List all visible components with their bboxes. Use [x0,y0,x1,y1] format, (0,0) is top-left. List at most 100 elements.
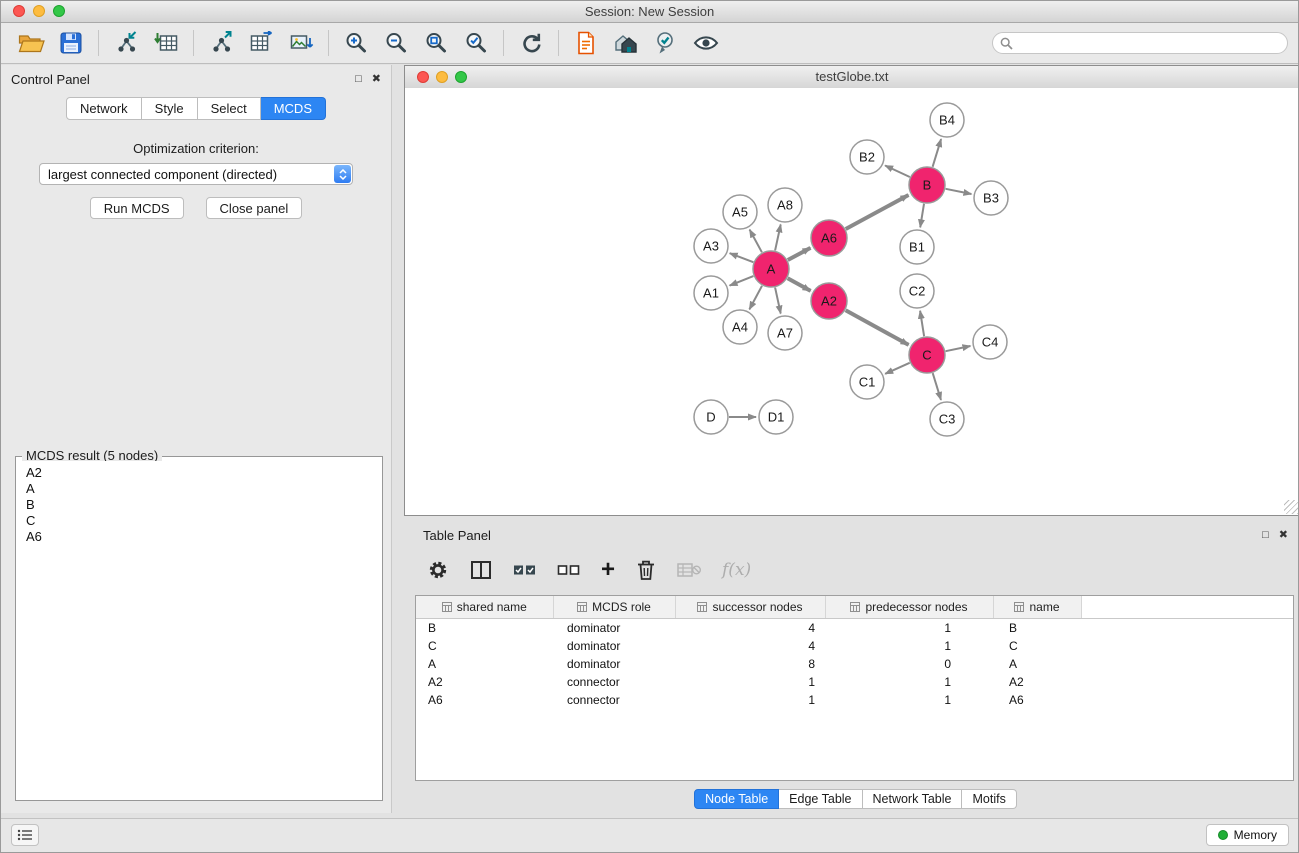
mcds-result-item[interactable]: A6 [26,529,372,545]
graph-node-A4[interactable]: A4 [723,310,757,344]
graph-node-C4[interactable]: C4 [973,325,1007,359]
memory-button[interactable]: Memory [1206,824,1289,846]
network-window-titlebar[interactable]: testGlobe.txt [405,66,1299,89]
tab-network-table[interactable]: Network Table [863,789,963,809]
tab-style[interactable]: Style [142,97,198,120]
graph-edge-A6-B[interactable] [846,195,909,229]
tab-node-table[interactable]: Node Table [694,789,779,809]
graph-edge-A-A8[interactable] [775,225,781,251]
home-views-button[interactable] [606,26,646,60]
graph-edge-C-C4[interactable] [946,346,971,351]
graph-node-A2[interactable]: A2 [811,283,847,319]
column-header-predecessor-nodes[interactable]: predecessor nodes [825,596,993,619]
graph-edge-B-B4[interactable] [933,139,942,167]
open-file-button[interactable] [11,26,51,60]
table-row[interactable]: A2connector11A2 [416,673,1293,691]
column-header-mcds-role[interactable]: MCDS role [553,596,675,619]
tab-edge-table[interactable]: Edge Table [779,789,862,809]
tab-network[interactable]: Network [66,97,142,120]
close-table-panel-icon[interactable]: ✖ [1279,530,1288,541]
mcds-result-item[interactable]: C [26,513,372,529]
mcds-result-item[interactable]: A [26,481,372,497]
graph-node-A3[interactable]: A3 [694,229,728,263]
column-layout-button[interactable] [470,555,492,585]
graph-node-D1[interactable]: D1 [759,400,793,434]
graph-edge-B-B3[interactable] [946,189,972,194]
graph-node-B2[interactable]: B2 [850,140,884,174]
tab-mcds[interactable]: MCDS [261,97,326,120]
run-mcds-button[interactable]: Run MCDS [90,197,184,219]
deselect-all-rows-button[interactable] [557,555,580,585]
graph-edge-A-A4[interactable] [749,286,762,310]
graph-edge-A-A2[interactable] [788,278,811,291]
graph-node-B1[interactable]: B1 [900,230,934,264]
zoom-fit-button[interactable] [416,26,456,60]
graph-edge-A-A1[interactable] [730,276,754,286]
graph-edge-A-A7[interactable] [775,288,781,314]
verify-badge-button[interactable] [646,26,686,60]
save-session-button[interactable] [51,26,91,60]
network-graph[interactable]: B4 B2 B B3 B1 A5 A8 A6 A3 A C2 A1 A2 A4 A7 C4 C C1 C3 D D1 [405,88,1299,515]
mcds-result-item[interactable]: A2 [26,465,372,481]
graph-edge-C-C1[interactable] [885,363,910,374]
graph-node-A5[interactable]: A5 [723,195,757,229]
import-table-button[interactable] [146,26,186,60]
select-all-rows-button[interactable] [513,555,536,585]
delete-column-button[interactable] [636,555,656,585]
table-row[interactable]: Bdominator41B [416,619,1293,638]
graph-node-A6[interactable]: A6 [811,220,847,256]
window-resize-grip[interactable] [1284,500,1298,514]
search-input[interactable] [1018,35,1280,52]
graph-edge-A-A3[interactable] [730,253,754,262]
close-panel-button[interactable]: Close panel [206,197,303,219]
network-report-button[interactable] [566,26,606,60]
export-network-button[interactable] [201,26,241,60]
apply-layout-button[interactable] [511,26,551,60]
graph-edge-A2-C[interactable] [846,310,909,345]
close-panel-icon[interactable]: ✖ [372,74,381,85]
graph-node-D[interactable]: D [694,400,728,434]
graph-edge-A-A5[interactable] [750,230,762,253]
graph-edge-C-C3[interactable] [933,373,941,400]
tab-motifs[interactable]: Motifs [962,789,1016,809]
table-settings-button[interactable] [427,555,449,585]
graph-node-C2[interactable]: C2 [900,274,934,308]
export-table-button[interactable] [241,26,281,60]
float-table-panel-icon[interactable]: □ [1262,530,1269,541]
float-panel-icon[interactable]: □ [355,74,362,85]
network-canvas[interactable]: B4 B2 B B3 B1 A5 A8 A6 A3 A C2 A1 A2 A4 A7 C4 C C1 C3 D D1 [405,88,1299,515]
graph-node-C3[interactable]: C3 [930,402,964,436]
graph-node-B3[interactable]: B3 [974,181,1008,215]
graph-edge-C-C2[interactable] [920,311,924,336]
table-row[interactable]: Adominator80A [416,655,1293,673]
graph-node-C1[interactable]: C1 [850,365,884,399]
column-header-name[interactable]: name [993,596,1081,619]
graph-node-C[interactable]: C [909,337,945,373]
zoom-in-button[interactable] [336,26,376,60]
eye-visibility-button[interactable] [686,26,726,60]
graph-edge-A-A6[interactable] [788,248,811,260]
column-header-shared-name[interactable]: shared name [416,596,553,619]
graph-node-A1[interactable]: A1 [694,276,728,310]
table-row[interactable]: Cdominator41C [416,637,1293,655]
task-history-button[interactable] [11,824,39,846]
export-image-button[interactable] [281,26,321,60]
graph-node-A7[interactable]: A7 [768,316,802,350]
graph-node-A[interactable]: A [753,251,789,287]
import-network-button[interactable] [106,26,146,60]
tab-select[interactable]: Select [198,97,261,120]
graph-node-B4[interactable]: B4 [930,103,964,137]
optimization-criterion-select[interactable]: largest connected component (directed) [39,163,353,185]
search-field[interactable] [992,32,1288,54]
column-header-successor-nodes[interactable]: successor nodes [675,596,825,619]
graph-edge-B-B2[interactable] [885,166,910,178]
graph-node-A8[interactable]: A8 [768,188,802,222]
add-column-button[interactable]: + [601,555,615,585]
graph-edge-B-B1[interactable] [920,204,924,228]
table-row[interactable]: A6connector11A6 [416,691,1293,709]
mcds-result-item[interactable]: B [26,497,372,513]
mcds-result-list[interactable]: A2ABCA6 [20,461,378,796]
zoom-out-button[interactable] [376,26,416,60]
graph-node-B[interactable]: B [909,167,945,203]
zoom-selected-button[interactable] [456,26,496,60]
